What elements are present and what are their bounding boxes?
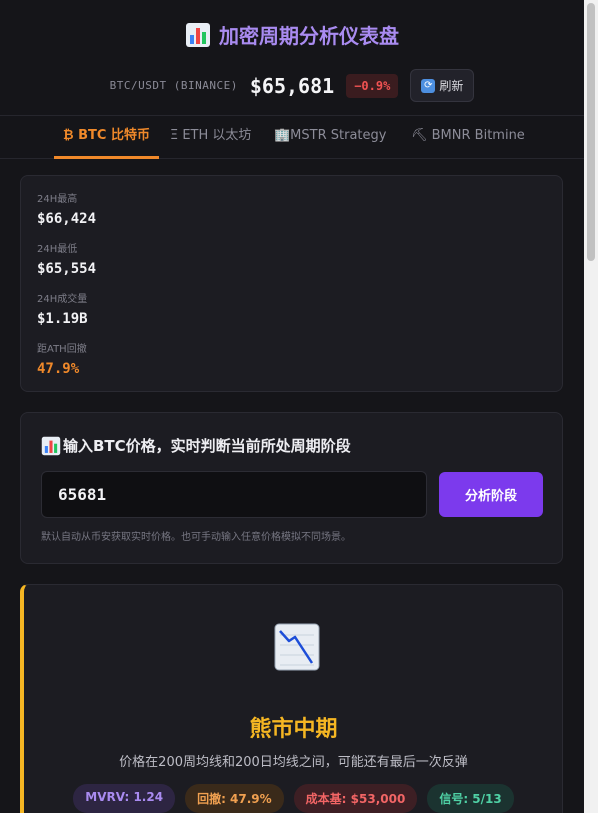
refresh-button[interactable]: ⟳ 刷新	[410, 69, 475, 102]
bar-chart-icon	[186, 22, 210, 47]
stat-value: $1.19B	[37, 311, 88, 327]
phase-badges: MVRV: 1.24 回撤: 47.9% 成本基: $53,000 信号: 5/…	[24, 784, 563, 813]
price-input-card: 输入BTC价格，实时判断当前所处周期阶段 分析阶段 默认自动从币安获取实时价格。…	[20, 412, 563, 564]
page-title: 加密周期分析仪表盘	[185, 20, 399, 49]
tab-eth[interactable]: Ξ ETH 以太坊	[170, 116, 251, 158]
scrollbar[interactable]	[584, 0, 598, 813]
input-section-title-text: 输入BTC价格，实时判断当前所处周期阶段	[63, 437, 351, 455]
analyze-phase-button[interactable]: 分析阶段	[439, 472, 543, 517]
market-stats-card: 24H最高 $66,424 24H最低 $65,554 24H成交量 $1.19…	[20, 175, 563, 392]
tab-bmnr[interactable]: ⛏ BMNR Bitmine	[411, 116, 525, 158]
page-title-text: 加密周期分析仪表盘	[219, 24, 399, 48]
scrollbar-thumb[interactable]	[587, 3, 595, 261]
refresh-icon: ⟳	[421, 78, 436, 93]
stat-24h-volume: 24H成交量 $1.19B	[37, 290, 88, 327]
phase-title: 熊市中期	[249, 717, 338, 742]
stat-label: 24H最低	[37, 244, 78, 255]
price-bar: BTC/USDT (BINANCE) $65,681 −0.9% ⟳ 刷新	[0, 69, 584, 102]
input-hint: 默认自动从币安获取实时价格。也可手动输入任意价格模拟不同场景。	[41, 532, 351, 543]
stat-label: 24H成交量	[37, 294, 88, 305]
trading-pair: BTC/USDT (BINANCE)	[109, 79, 238, 92]
stat-value: $65,554	[37, 261, 97, 277]
stat-value: 47.9%	[37, 361, 80, 377]
bar-chart-icon	[41, 436, 61, 455]
stat-24h-low: 24H最低 $65,554	[37, 240, 96, 277]
stat-label: 24H最高	[37, 194, 78, 205]
cycle-phase-card: 熊市中期 价格在200周均线和200日均线之间，可能还有最后一次反弹 MVRV:…	[20, 584, 563, 813]
tab-mstr[interactable]: 🏢MSTR Strategy	[274, 116, 386, 158]
refresh-label: 刷新	[439, 79, 464, 93]
header: 加密周期分析仪表盘	[0, 20, 584, 52]
stat-ath-drawdown: 距ATH回撤 47.9%	[37, 340, 87, 377]
price-change-badge: −0.9%	[346, 73, 399, 98]
tab-btc[interactable]: ₿ BTC 比特币	[54, 116, 159, 159]
page: 加密周期分析仪表盘 BTC/USDT (BINANCE) $65,681 −0.…	[0, 0, 598, 813]
btc-price-input[interactable]	[41, 471, 427, 518]
signal-badge: 信号: 5/13	[427, 784, 514, 813]
phase-description: 价格在200周均线和200日均线之间，可能还有最后一次反弹	[119, 755, 468, 770]
input-section-title: 输入BTC价格，实时判断当前所处周期阶段	[41, 435, 351, 456]
asset-tabs: ₿ BTC 比特币 Ξ ETH 以太坊 🏢MSTR Strategy ⛏ BMN…	[0, 115, 584, 159]
cost-basis-badge: 成本基: $53,000	[293, 784, 418, 813]
current-price: $65,681	[249, 73, 335, 98]
stat-24h-high: 24H最高 $66,424	[37, 190, 96, 227]
stat-label: 距ATH回撤	[37, 344, 87, 355]
drawdown-badge: 回撤: 47.9%	[185, 784, 284, 813]
stat-value: $66,424	[37, 211, 97, 227]
chart-decreasing-icon	[274, 623, 320, 671]
mvrv-badge: MVRV: 1.24	[73, 784, 176, 813]
